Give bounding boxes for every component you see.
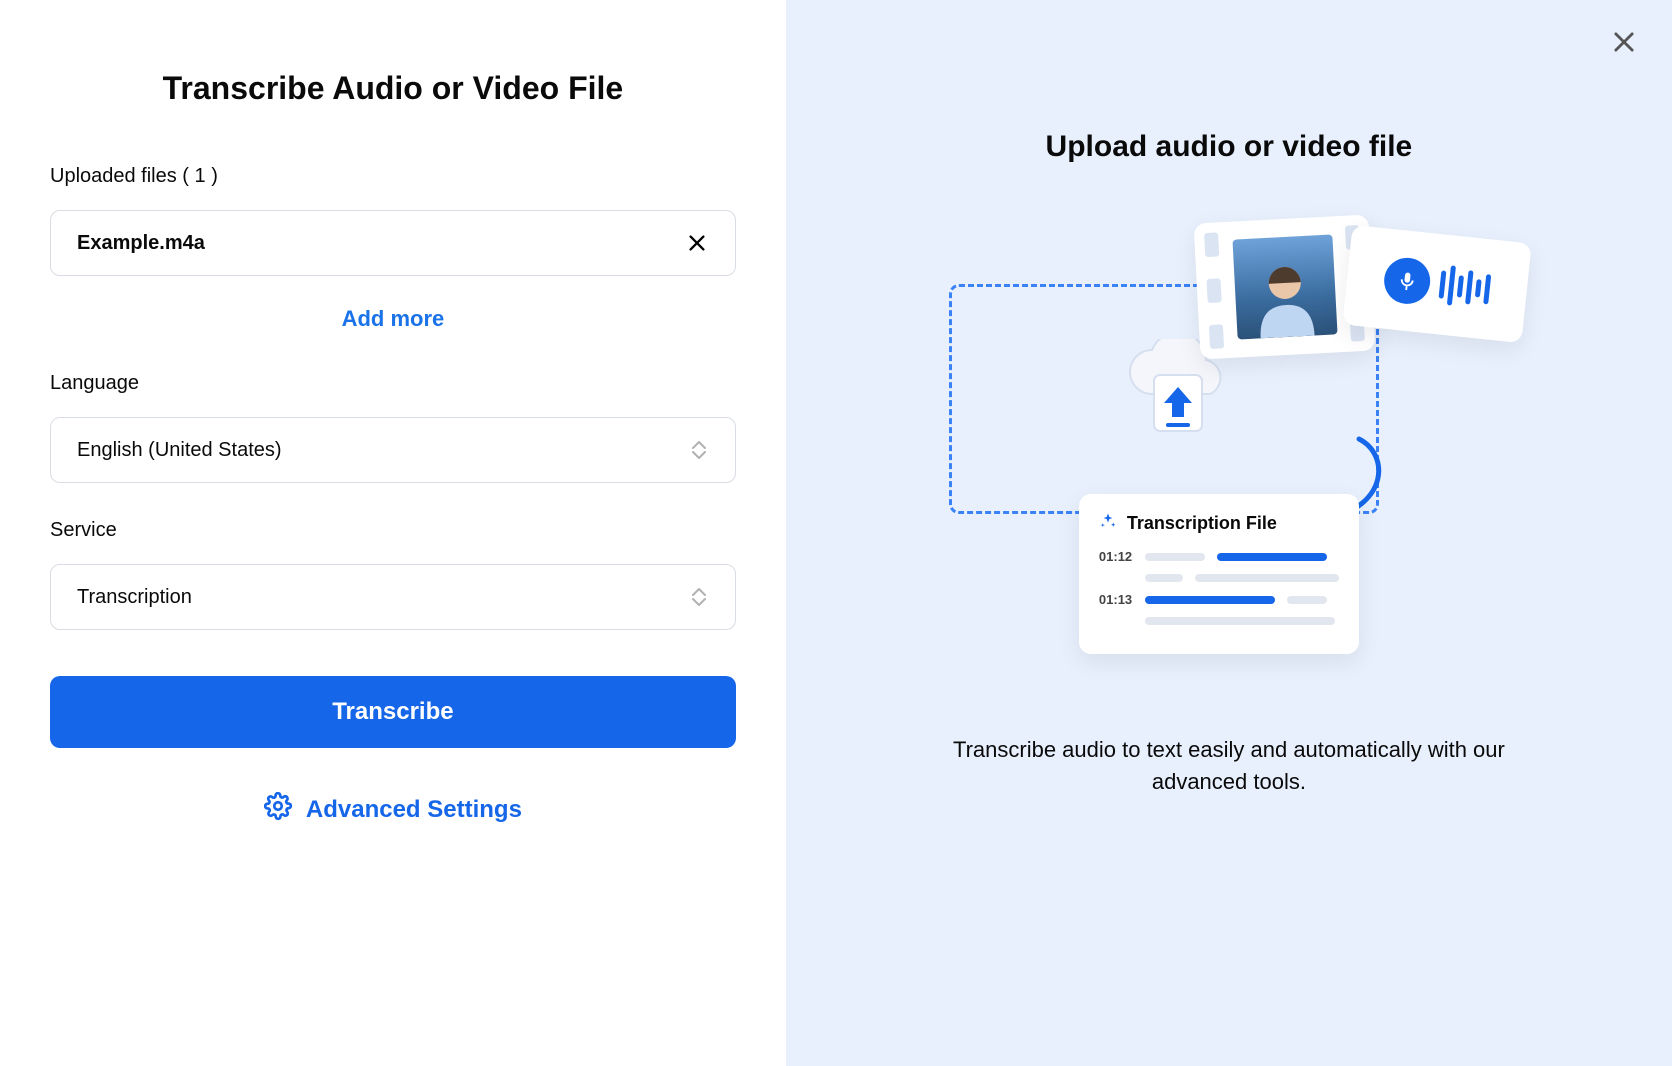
- transcription-card-title: Transcription File: [1127, 513, 1277, 534]
- service-select[interactable]: Transcription: [50, 564, 736, 630]
- transcribe-button[interactable]: Transcribe: [50, 676, 736, 748]
- remove-file-icon[interactable]: [685, 231, 709, 255]
- gear-icon: [264, 792, 292, 827]
- page-title: Transcribe Audio or Video File: [50, 70, 736, 107]
- info-title: Upload audio or video file: [1046, 130, 1413, 164]
- service-value: Transcription: [77, 586, 192, 609]
- text-placeholder-bar: [1195, 574, 1339, 582]
- uploaded-file-name: Example.m4a: [77, 232, 205, 255]
- add-more-button[interactable]: Add more: [50, 306, 736, 332]
- text-placeholder-bar: [1145, 574, 1183, 582]
- sparkle-icon: [1099, 512, 1117, 535]
- close-icon[interactable]: [1606, 24, 1642, 60]
- advanced-settings-button[interactable]: Advanced Settings: [50, 792, 736, 827]
- timestamp-label: 01:13: [1099, 592, 1133, 607]
- uploaded-files-label: Uploaded files ( 1 ): [50, 165, 736, 188]
- form-panel: Transcribe Audio or Video File Uploaded …: [0, 0, 786, 1066]
- text-placeholder-bar: [1145, 553, 1205, 561]
- transcription-file-card: Transcription File 01:12 01:13: [1079, 494, 1359, 654]
- info-panel: Upload audio or video file: [786, 0, 1672, 1066]
- timestamp-label: 01:12: [1099, 549, 1133, 564]
- waveform-icon: [1438, 264, 1492, 309]
- info-caption: Transcribe audio to text easily and auto…: [949, 734, 1509, 798]
- language-select[interactable]: English (United States): [50, 417, 736, 483]
- microphone-icon: [1382, 256, 1433, 307]
- audio-waveform-icon: [1342, 225, 1531, 343]
- chevron-up-down-icon: [689, 438, 709, 462]
- chevron-up-down-icon: [689, 585, 709, 609]
- person-icon: [1248, 255, 1322, 339]
- service-label: Service: [50, 519, 736, 542]
- language-value: English (United States): [77, 439, 282, 462]
- text-placeholder-bar: [1145, 617, 1335, 625]
- text-placeholder-bar: [1287, 596, 1327, 604]
- text-placeholder-bar: [1145, 596, 1275, 604]
- text-placeholder-bar: [1217, 553, 1327, 561]
- language-label: Language: [50, 372, 736, 395]
- advanced-settings-label: Advanced Settings: [306, 796, 522, 824]
- upload-illustration: Transcription File 01:12 01:13: [949, 224, 1509, 564]
- uploaded-file-chip: Example.m4a: [50, 210, 736, 276]
